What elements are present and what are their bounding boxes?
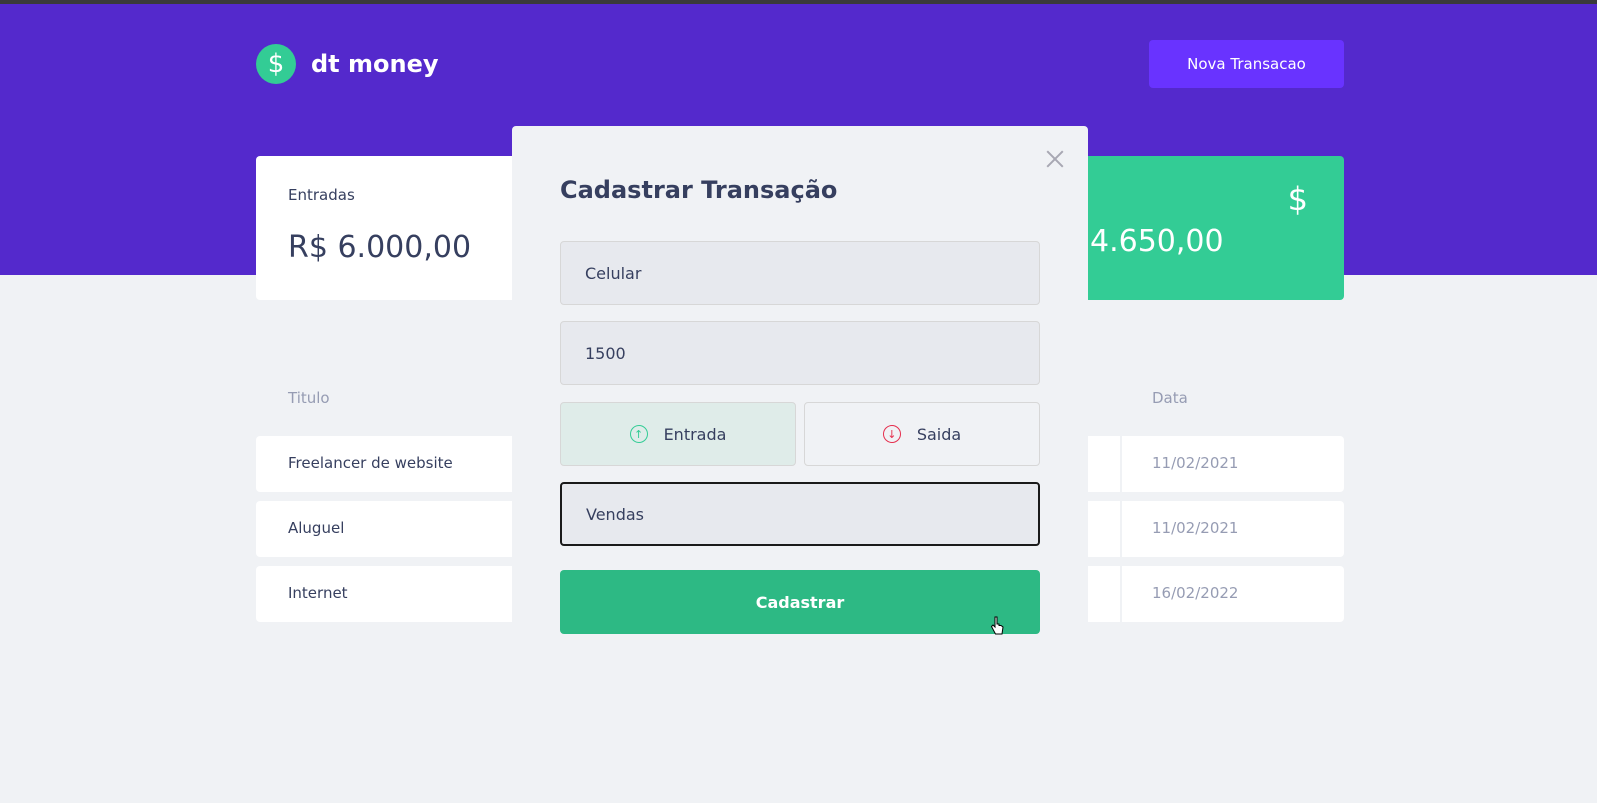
new-transaction-button[interactable]: Nova Transacao: [1149, 40, 1344, 88]
row-title: Internet: [288, 584, 348, 602]
income-label: Entradas: [288, 186, 355, 204]
row-date: 11/02/2021: [1152, 454, 1239, 472]
column-header-date: Data: [1152, 389, 1188, 407]
dollar-icon: $: [1287, 180, 1308, 218]
row-divider: [1120, 501, 1122, 557]
income-type-button[interactable]: ↑ Entrada: [560, 402, 796, 466]
logo: $ dt money: [256, 44, 439, 84]
hand-cursor-icon: [990, 616, 1004, 635]
row-title: Aluguel: [288, 519, 345, 537]
row-divider: [1120, 566, 1122, 622]
category-input[interactable]: [560, 482, 1040, 546]
row-date: 16/02/2022: [1152, 584, 1239, 602]
income-value: R$ 6.000,00: [288, 230, 472, 265]
outcome-type-label: Saida: [916, 424, 962, 444]
app-name: dt money: [311, 50, 439, 78]
arrow-up-circle-icon: ↑: [629, 425, 648, 443]
modal-title: Cadastrar Transação: [560, 176, 838, 204]
dollar-logo-icon: $: [256, 44, 296, 84]
amount-input[interactable]: [560, 321, 1040, 385]
outcome-type-button[interactable]: ↓ Saida: [804, 402, 1040, 466]
submit-button[interactable]: Cadastrar: [560, 570, 1040, 634]
income-card: Entradas R$ 6.000,00: [256, 156, 556, 300]
title-input[interactable]: [560, 241, 1040, 305]
column-header-title: Titulo: [288, 389, 330, 407]
total-value: 4.650,00: [1090, 224, 1224, 259]
row-date: 11/02/2021: [1152, 519, 1239, 537]
new-transaction-modal: Cadastrar Transação ↑ Entrada ↓ Saida Ca…: [512, 126, 1088, 650]
row-divider: [1120, 436, 1122, 492]
row-title: Freelancer de website: [288, 454, 453, 472]
close-icon[interactable]: [1044, 148, 1066, 170]
arrow-down-circle-icon: ↓: [882, 425, 901, 443]
income-type-label: Entrada: [663, 424, 727, 444]
